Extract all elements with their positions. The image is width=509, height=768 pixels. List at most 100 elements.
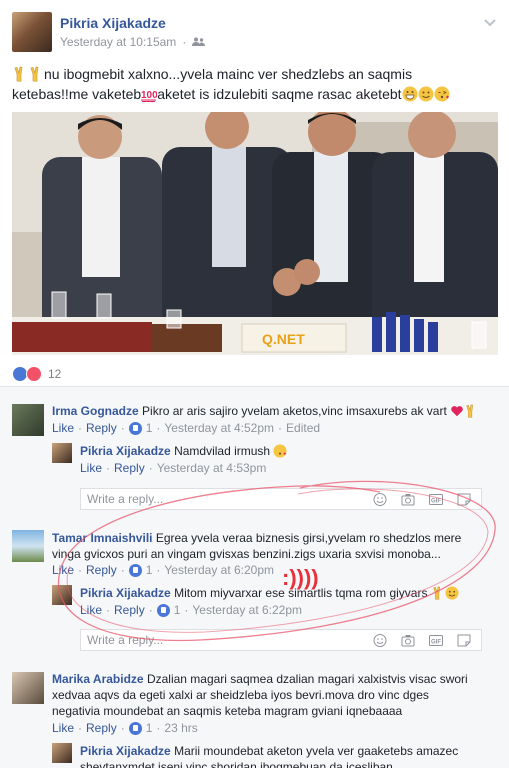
kissing-face-icon bbox=[273, 444, 288, 458]
comment-time[interactable]: Yesterday at 4:52pm bbox=[164, 421, 274, 435]
comment-time[interactable]: Yesterday at 6:20pm bbox=[164, 563, 274, 577]
comment-text-line1: Dzalian magari saqmea dzalian magari xal… bbox=[146, 672, 468, 686]
kissing-face-icon bbox=[434, 86, 450, 102]
heart-icon bbox=[451, 406, 463, 417]
friends-icon[interactable] bbox=[192, 37, 206, 47]
reply-placeholder: Write a reply... bbox=[87, 633, 164, 647]
reply: Pikria Xijakadze Marii moundebat aketon … bbox=[80, 743, 500, 768]
replier-avatar[interactable] bbox=[52, 585, 72, 605]
replier-avatar[interactable] bbox=[52, 443, 72, 463]
comment-text: Pikro ar aris sajiro yvelam aketos,vinc … bbox=[142, 404, 447, 418]
photo-logo: Q.NET bbox=[262, 331, 305, 347]
comment-text-line1: Egrea yvela veraa biznesis girsi,yvelam … bbox=[155, 531, 462, 545]
like-count-icon bbox=[128, 721, 142, 735]
author-name[interactable]: Pikria Xijakadze bbox=[60, 15, 166, 31]
reply-input[interactable]: Write a reply... GIF bbox=[80, 488, 482, 510]
reply: Pikria Xijakadze Namdvilad irmush bbox=[80, 443, 500, 459]
reply-actions: Like · Reply · 1 · Yesterday at 6:22pm bbox=[80, 603, 303, 617]
like-count[interactable]: 1 bbox=[146, 563, 153, 577]
victory-hand-icon bbox=[466, 404, 474, 418]
like-count[interactable]: 1 bbox=[146, 421, 153, 435]
commenter-name[interactable]: Tamar Imnaishvili bbox=[52, 531, 152, 545]
like-link[interactable]: Like bbox=[52, 721, 74, 735]
chevron-down-icon[interactable] bbox=[482, 14, 498, 30]
edited-label[interactable]: Edited bbox=[286, 421, 320, 435]
sticker-icon[interactable] bbox=[457, 493, 471, 506]
sticker-icon[interactable] bbox=[457, 634, 471, 647]
reply-time[interactable]: Yesterday at 6:22pm bbox=[192, 603, 302, 617]
svg-text:GIF: GIF bbox=[431, 640, 441, 646]
like-link[interactable]: Like bbox=[52, 421, 74, 435]
commenter-avatar[interactable] bbox=[12, 672, 44, 704]
reply-placeholder: Write a reply... bbox=[87, 492, 164, 506]
grinning-face-icon bbox=[402, 86, 418, 102]
like-link[interactable]: Like bbox=[80, 461, 102, 475]
dot-separator: · bbox=[182, 35, 187, 49]
like-link[interactable]: Like bbox=[52, 563, 74, 577]
like-count-icon bbox=[128, 563, 142, 577]
gif-icon[interactable]: GIF bbox=[429, 493, 443, 506]
reply-link[interactable]: Reply bbox=[86, 563, 117, 577]
comment-text-line3: negativia moundebat an saqmis keteba mag… bbox=[52, 704, 403, 718]
replier-name[interactable]: Pikria Xijakadze bbox=[80, 444, 171, 458]
like-count[interactable]: 1 bbox=[174, 603, 181, 617]
post-header: Pikria Xijakadze Yesterday at 10:15am · bbox=[12, 12, 502, 54]
reply-link[interactable]: Reply bbox=[114, 603, 145, 617]
comment-text-line2: vinga gvicxos puri an vingam gvisxas ben… bbox=[52, 547, 441, 561]
post-text: nu ibogmebit xalxno...yvela mainc ver sh… bbox=[12, 64, 497, 104]
smiling-face-icon bbox=[445, 586, 459, 600]
reply-link[interactable]: Reply bbox=[86, 721, 117, 735]
reply-text: Namdvilad irmush bbox=[174, 444, 271, 458]
post-photo[interactable]: Q.NET bbox=[12, 112, 498, 355]
post-meta: Yesterday at 10:15am · bbox=[60, 35, 206, 49]
commenter-name[interactable]: Marika Arabidze bbox=[52, 672, 144, 686]
commenter-avatar[interactable] bbox=[12, 404, 44, 436]
victory-hand-icon bbox=[14, 66, 23, 82]
reply-link[interactable]: Reply bbox=[114, 461, 145, 475]
reply-input[interactable]: Write a reply... GIF bbox=[80, 629, 482, 651]
like-link[interactable]: Like bbox=[80, 603, 102, 617]
like-count-icon bbox=[156, 603, 170, 617]
camera-icon[interactable] bbox=[401, 634, 415, 647]
reply-text: Mitom miyvarxar ese simartlis tqma rom g… bbox=[174, 586, 428, 600]
replier-avatar[interactable] bbox=[52, 743, 72, 763]
camera-icon[interactable] bbox=[401, 493, 415, 506]
reply-text-line1: Marii moundebat aketon yvela ver gaakete… bbox=[174, 744, 459, 758]
reply-time[interactable]: Yesterday at 4:53pm bbox=[157, 461, 267, 475]
smiling-face-icon bbox=[418, 86, 434, 102]
commenter-avatar[interactable] bbox=[12, 530, 44, 562]
replier-name[interactable]: Pikria Xijakadze bbox=[80, 586, 171, 600]
like-count-icon bbox=[128, 421, 142, 435]
commenter-name[interactable]: Irma Gognadze bbox=[52, 404, 139, 418]
author-avatar[interactable] bbox=[12, 12, 52, 52]
hundred-points-icon: 100 bbox=[141, 90, 157, 102]
emoji-icon[interactable] bbox=[373, 634, 387, 647]
love-reaction-icon bbox=[26, 366, 42, 382]
post-text-line2a: ketebas!!me vaketeb bbox=[12, 86, 142, 102]
reply-link[interactable]: Reply bbox=[86, 421, 117, 435]
reply-actions: Like · Reply · Yesterday at 4:53pm bbox=[80, 461, 267, 475]
comment-time[interactable]: 23 hrs bbox=[164, 721, 197, 735]
reaction-count[interactable]: 12 bbox=[48, 367, 61, 381]
emoji-icon[interactable] bbox=[373, 493, 387, 506]
post-timestamp[interactable]: Yesterday at 10:15am bbox=[60, 35, 176, 49]
victory-hand-icon bbox=[30, 66, 39, 82]
reactions-bar[interactable]: 12 bbox=[12, 366, 61, 382]
victory-hand-icon bbox=[433, 586, 440, 600]
comment-text-line2: xedvaa aqvs da egeti xalxi ar sheidzleba… bbox=[52, 688, 429, 702]
comment-actions: Like · Reply · 1 · Yesterday at 6:20pm bbox=[52, 563, 275, 577]
replier-name[interactable]: Pikria Xijakadze bbox=[80, 744, 171, 758]
comment-actions: Like · Reply · 1 · 23 hrs bbox=[52, 721, 198, 735]
svg-text:GIF: GIF bbox=[431, 499, 441, 505]
like-count[interactable]: 1 bbox=[146, 721, 153, 735]
comment: Irma Gognadze Pikro ar aris sajiro yvela… bbox=[52, 403, 502, 419]
reply-text-line2: shevtanxmdet iseni vinc shoridan ibogmeb… bbox=[80, 760, 393, 768]
post-text-line1: nu ibogmebit xalxno...yvela mainc ver sh… bbox=[44, 66, 413, 82]
gif-icon[interactable]: GIF bbox=[429, 634, 443, 647]
comment: Tamar Imnaishvili Egrea yvela veraa bizn… bbox=[52, 530, 502, 562]
comment: Marika Arabidze Dzalian magari saqmea dz… bbox=[52, 671, 502, 719]
comment-actions: Like · Reply · 1 · Yesterday at 4:52pm · Edi… bbox=[52, 421, 321, 435]
reply: Pikria Xijakadze Mitom miyvarxar ese sim… bbox=[80, 585, 500, 601]
svg-text:100: 100 bbox=[141, 90, 157, 101]
photo-illustration: Q.NET bbox=[12, 112, 498, 355]
